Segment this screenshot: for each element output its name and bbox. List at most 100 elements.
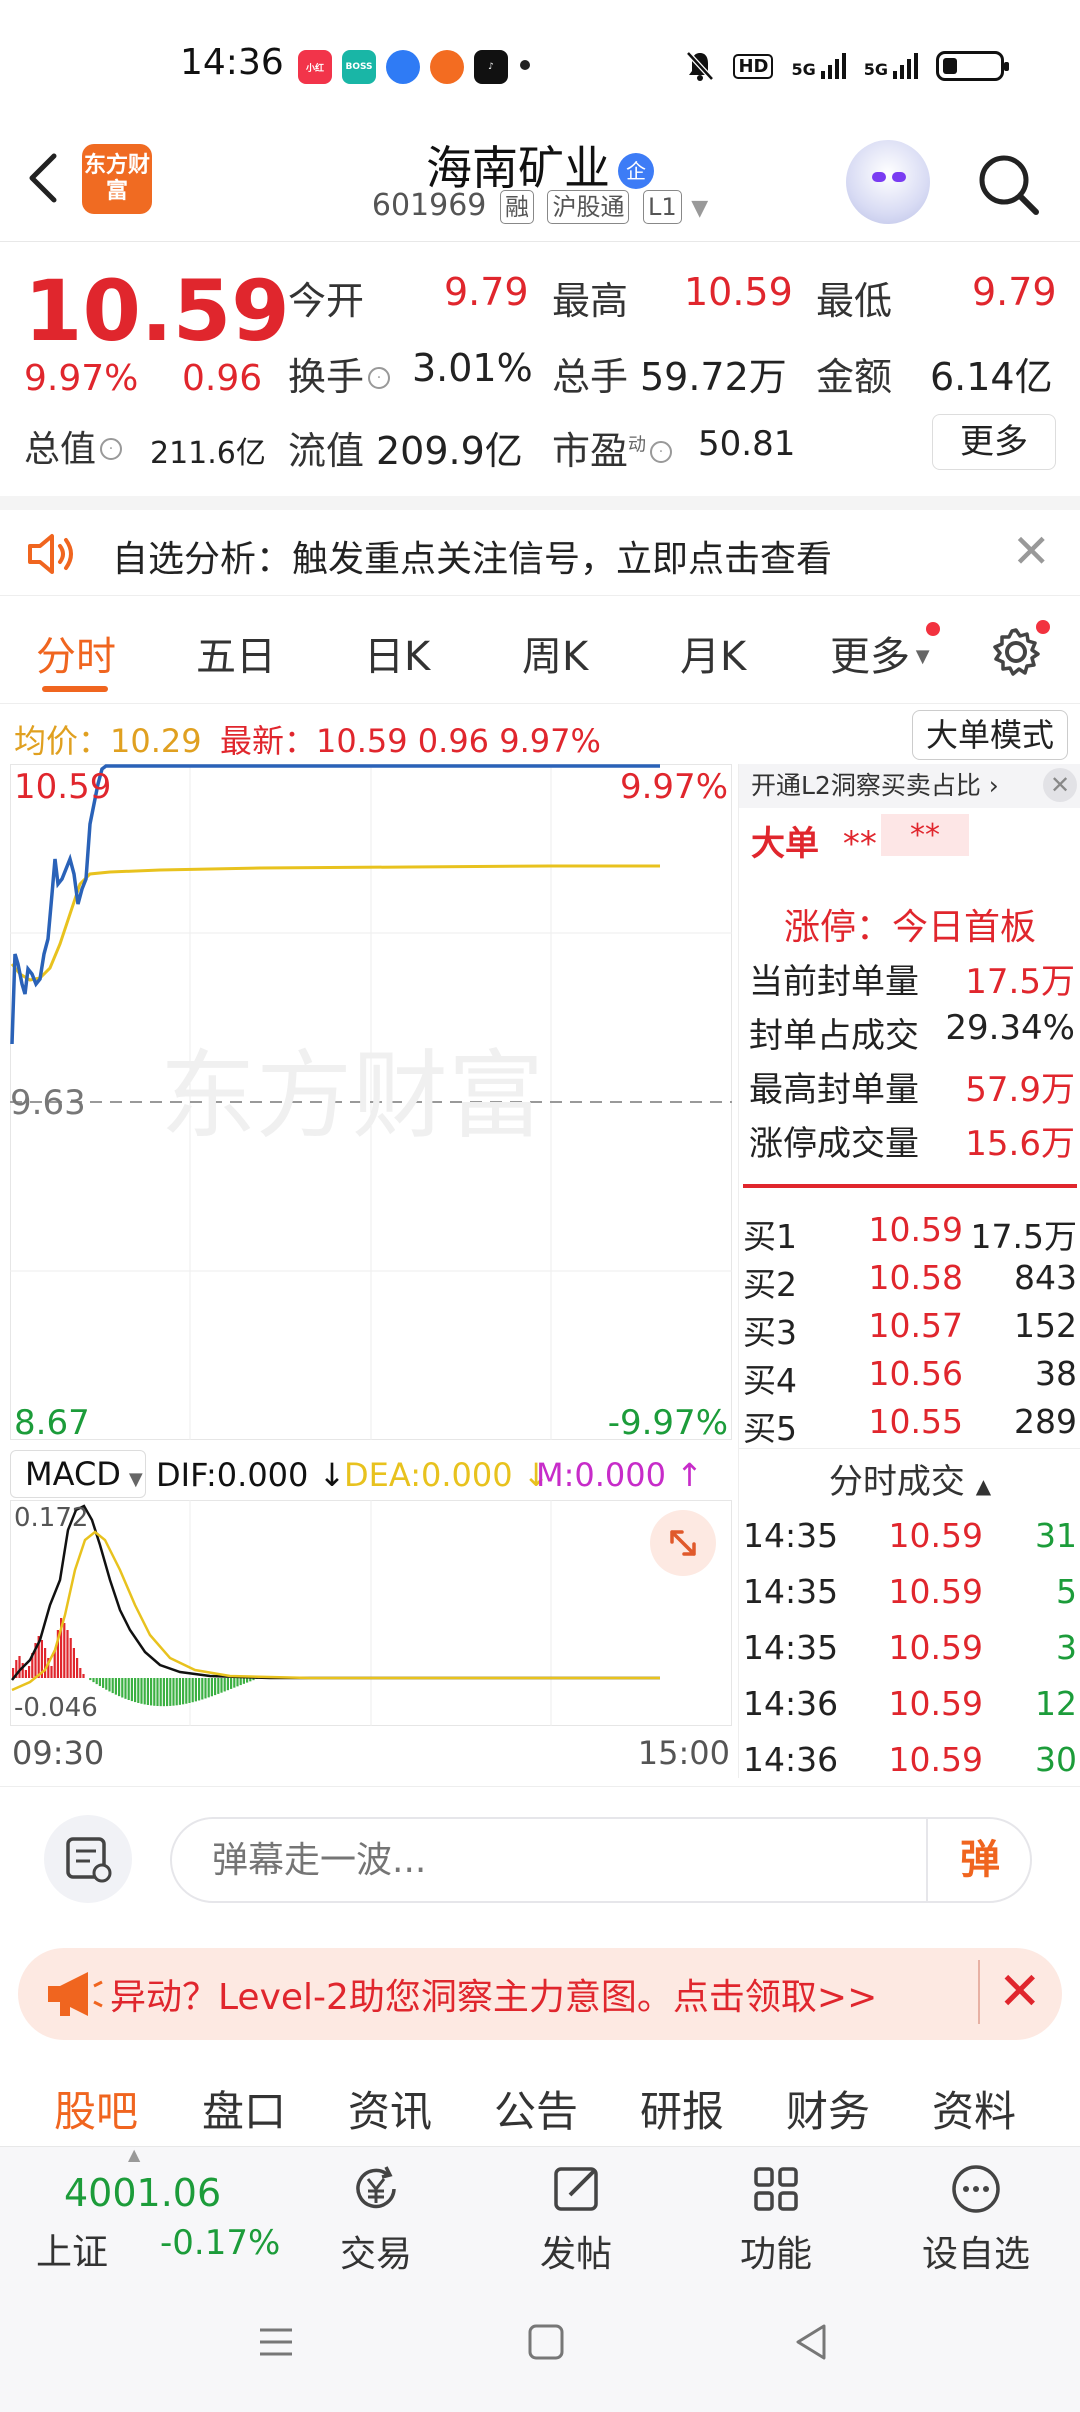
alert-text: 自选分析：触发重点关注信号，立即点击查看 xyxy=(112,539,833,580)
dropdown-triangle-icon: ▼ xyxy=(691,196,709,221)
info-icon[interactable]: · xyxy=(368,367,391,389)
macd-bar-negative xyxy=(108,1678,111,1692)
bid-row[interactable]: 买1 10.59 17.5万 xyxy=(743,1210,1077,1258)
l2-upgrade-bar[interactable]: 开通L2洞察买卖占比 › ✕ xyxy=(739,764,1080,808)
y-axis-mid: 9.63 xyxy=(10,1083,86,1123)
tab-more[interactable]: 更多 ▼ xyxy=(830,624,930,682)
intraday-price-chart[interactable]: 东方财富 10.59 9.97% 9.63 8.67 -9.97% xyxy=(10,764,732,1443)
more-quote-button[interactable]: 更多 xyxy=(932,414,1056,470)
macd-bar-negative xyxy=(236,1678,239,1687)
l2-close-icon[interactable]: ✕ xyxy=(1043,768,1077,802)
tab-research[interactable]: 研报 xyxy=(640,2078,724,2139)
ai-assistant-avatar[interactable] xyxy=(846,140,930,224)
big-order-masked[interactable]: ** xyxy=(881,814,969,856)
macd-bar-negative xyxy=(185,1678,188,1704)
close-alert-button[interactable]: ✕ xyxy=(1012,524,1051,578)
close-promo-button[interactable]: ✕ xyxy=(978,1960,1042,2024)
chart-settings-button[interactable] xyxy=(988,624,1044,680)
tab-five-day[interactable]: 五日 xyxy=(196,624,276,682)
macd-bar-negative xyxy=(226,1678,229,1691)
macd-bar-negative xyxy=(223,1678,226,1692)
big-order-mode-button[interactable]: 大单模式 xyxy=(912,710,1068,760)
search-button[interactable] xyxy=(976,152,1042,218)
tab-intraday[interactable]: 分时 xyxy=(36,624,116,682)
tab-guba[interactable]: 股吧 xyxy=(54,2078,138,2139)
total-value-label: 总值 · xyxy=(24,420,123,472)
more-dots-icon xyxy=(952,2165,1000,2213)
latest-price-label: 最新：10.59 0.96 9.97% xyxy=(220,722,601,760)
community-tabs: 股吧 盘口 资讯 公告 研报 财务 资料 xyxy=(0,2060,1080,2146)
macd-m: M:0.000 ↑ xyxy=(536,1456,703,1494)
high-value: 10.59 xyxy=(684,270,793,314)
macd-bar-negative xyxy=(201,1678,204,1700)
high-label: 最高 xyxy=(552,279,629,323)
speaker-icon xyxy=(28,534,73,574)
boss-app-icon: BOSS xyxy=(342,50,376,84)
tab-monthly-k[interactable]: 月K xyxy=(680,624,746,682)
search-icon xyxy=(979,155,1039,215)
price-chart-svg: 东方财富 10.59 9.97% 9.63 8.67 -9.97% xyxy=(10,764,732,1443)
verified-company-icon: 企 xyxy=(618,153,654,189)
pe-label: 市盈动 · xyxy=(552,420,673,475)
index-name[interactable]: 上证 xyxy=(36,2223,108,2275)
limit-row: 当前封单量 17.5万 xyxy=(749,962,1075,1002)
stock-connect-tag: 沪股通 xyxy=(547,190,630,224)
status-bar: 14:36 小红 BOSS ♪ HD 5G 5G xyxy=(0,0,1080,130)
open-label: 今开 xyxy=(288,279,365,323)
analysis-alert-bar[interactable]: 自选分析：触发重点关注信号，立即点击查看 ✕ xyxy=(0,496,1080,596)
info-icon[interactable]: · xyxy=(650,441,673,463)
edit-icon xyxy=(554,2167,598,2211)
total-value: 211.6亿 xyxy=(150,436,266,471)
home-square-icon[interactable] xyxy=(524,2320,568,2364)
macd-dea-line xyxy=(11,1530,660,1692)
functions-button[interactable]: 功能 xyxy=(706,2161,846,2277)
tab-daily-k[interactable]: 日K xyxy=(364,624,430,682)
macd-bar-negative xyxy=(140,1678,143,1704)
ticks-title[interactable]: 分时成交 ▲ xyxy=(739,1454,1080,1503)
index-value[interactable]: 4001.06 xyxy=(64,2171,221,2215)
tab-financials[interactable]: 财务 xyxy=(786,2078,870,2139)
macd-bar-positive xyxy=(66,1630,69,1678)
tab-weekly-k[interactable]: 周K xyxy=(522,624,588,682)
danmu-send-button[interactable]: 弹 xyxy=(926,1817,1032,1903)
expand-icon xyxy=(670,1530,696,1556)
collapse-arrow-icon[interactable]: ▲ xyxy=(128,2145,140,2164)
trade-button[interactable]: 交易 xyxy=(306,2161,446,2277)
y-axis-top-pct: 9.97% xyxy=(620,767,728,807)
expand-chart-button[interactable] xyxy=(650,1510,716,1576)
volume-value: 59.72万 xyxy=(640,355,787,399)
indicator-select[interactable]: MACD ▼ xyxy=(10,1450,146,1498)
tab-order-book[interactable]: 盘口 xyxy=(202,2078,286,2139)
macd-bar-negative xyxy=(146,1678,149,1705)
stock-header: 东方财富 海南矿业企 601969 融 沪股通 L1 ▼ xyxy=(0,130,1080,242)
status-time: 14:36 xyxy=(180,42,284,83)
tick-row: 14:35 10.59 3 xyxy=(743,1628,1077,1667)
weibo-app-icon xyxy=(430,50,464,84)
y-axis-top: 10.59 xyxy=(14,767,111,807)
index-change[interactable]: -0.17% xyxy=(160,2223,280,2263)
back-triangle-icon[interactable] xyxy=(790,2320,834,2364)
macd-dea: DEA:0.000 ↓ xyxy=(344,1456,550,1494)
low-label: 最低 xyxy=(816,279,893,323)
danmu-input[interactable] xyxy=(170,1817,1032,1903)
macd-bar-negative xyxy=(105,1678,108,1690)
info-icon[interactable]: · xyxy=(100,438,123,460)
bid-row[interactable]: 买2 10.58 843 xyxy=(743,1258,1077,1306)
bid-row[interactable]: 买5 10.55 289 xyxy=(743,1402,1077,1450)
macd-chart[interactable]: 0.172 -0.046 xyxy=(10,1500,732,1726)
watermark-text: 东方财富 xyxy=(160,1040,544,1152)
macd-header: MACD ▼ DIF:0.000 ↓ DEA:0.000 ↓ M:0.000 ↑ xyxy=(10,1450,732,1500)
menu-icon[interactable] xyxy=(254,2320,298,2364)
level2-promo-bar[interactable]: 异动？Level-2助您洞察主力意图。点击领取>> ✕ xyxy=(18,1948,1062,2040)
price-line xyxy=(10,764,660,1045)
macd-bar-negative xyxy=(191,1678,194,1703)
comment-settings-button[interactable] xyxy=(44,1815,132,1903)
add-watchlist-button[interactable]: 设自选 xyxy=(906,2161,1046,2277)
tab-news[interactable]: 资讯 xyxy=(348,2078,432,2139)
bid-row[interactable]: 买3 10.57 152 xyxy=(743,1306,1077,1354)
bid-row[interactable]: 买4 10.56 38 xyxy=(743,1354,1077,1402)
tab-profile[interactable]: 资料 xyxy=(932,2078,1016,2139)
tab-announcements[interactable]: 公告 xyxy=(494,2078,578,2139)
post-button[interactable]: 发帖 xyxy=(506,2161,646,2277)
macd-bar-positive xyxy=(18,1656,21,1678)
